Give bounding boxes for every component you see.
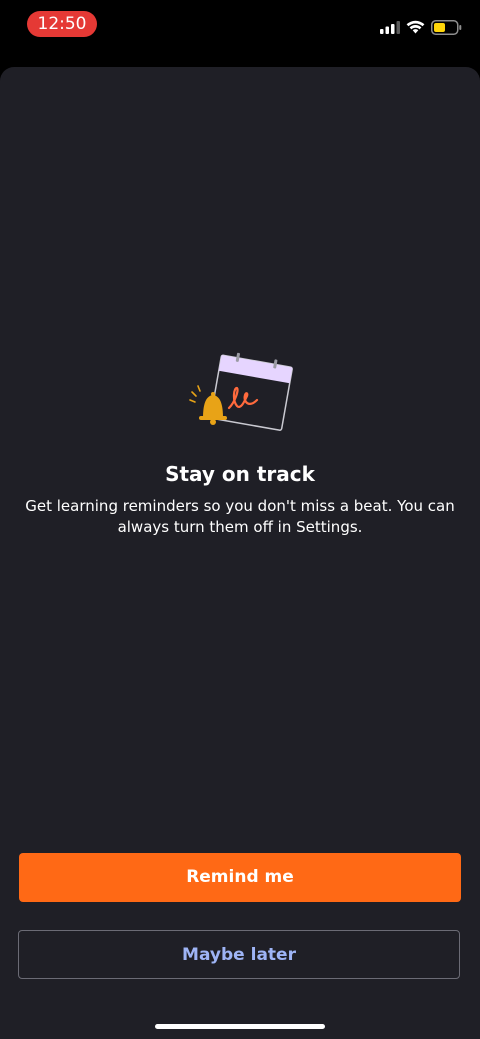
status-bar: 12:50 [0,0,480,48]
maybe-later-button[interactable]: Maybe later [18,930,460,979]
description-text: Get learning reminders so you don't miss… [25,497,455,536]
cellular-signal-icon [380,20,400,34]
screen: 12:50 Stay on track Get learning reminde… [0,0,480,1039]
wifi-icon [406,20,425,34]
status-icons [380,19,462,35]
remind-me-button[interactable]: Remind me [19,853,461,902]
page-title: Stay on track [165,462,315,486]
battery-icon [431,19,462,35]
status-time[interactable]: 12:50 [27,11,97,37]
home-indicator[interactable] [155,1024,325,1029]
calendar-reminder-illustration [189,352,293,431]
